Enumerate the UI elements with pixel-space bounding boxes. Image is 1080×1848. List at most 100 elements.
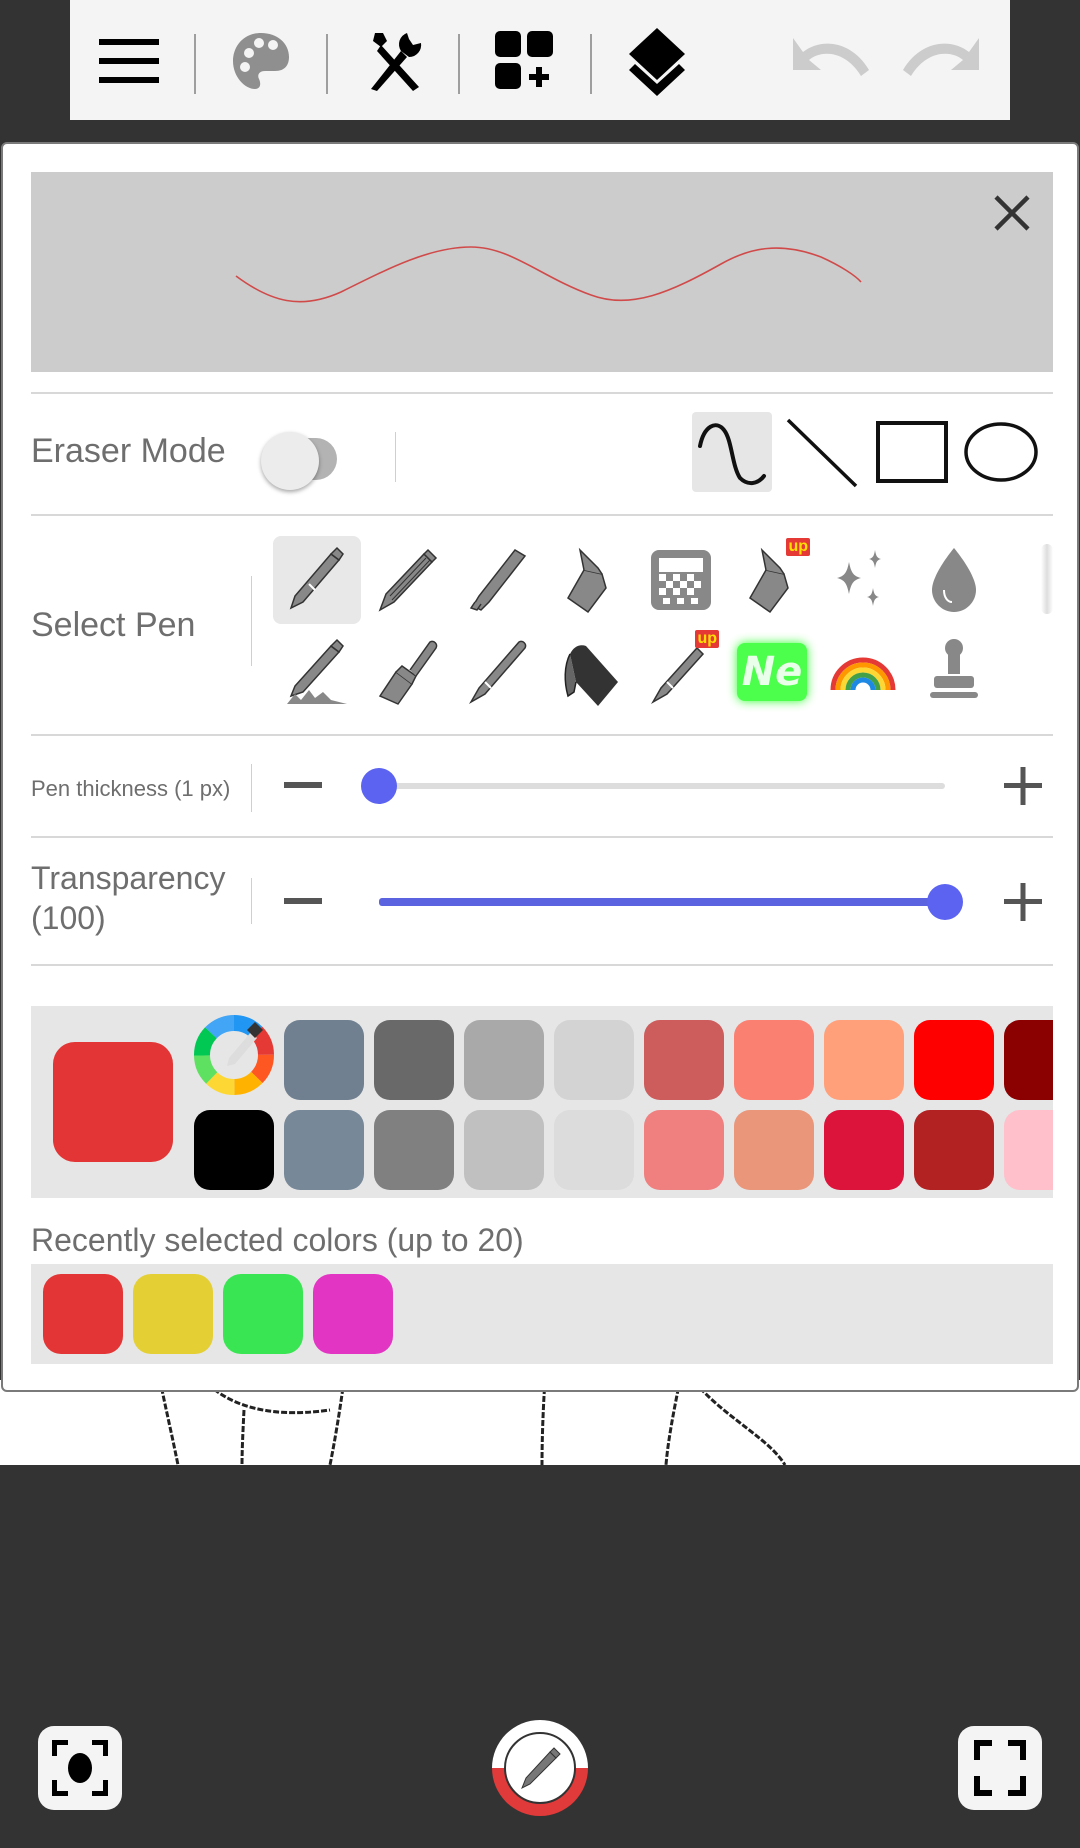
redo-button[interactable] bbox=[900, 22, 982, 100]
palette-button[interactable] bbox=[220, 22, 302, 100]
eraser-mode-toggle[interactable] bbox=[259, 428, 359, 490]
color-picker-button[interactable] bbox=[193, 1014, 275, 1096]
add-widget-button[interactable] bbox=[484, 22, 566, 100]
tools-button[interactable] bbox=[352, 22, 434, 100]
slider-rail bbox=[379, 783, 945, 789]
color-swatch[interactable] bbox=[914, 1020, 994, 1100]
current-pen-button[interactable] bbox=[492, 1720, 588, 1816]
divider bbox=[31, 836, 1053, 838]
divider bbox=[31, 392, 1053, 394]
pen-option-fine-brush[interactable] bbox=[455, 628, 543, 716]
focus-camera-icon bbox=[52, 1740, 108, 1796]
divider bbox=[251, 878, 252, 924]
layers-button[interactable] bbox=[616, 22, 698, 100]
drawing-canvas[interactable] bbox=[0, 1380, 1080, 1465]
color-swatch[interactable] bbox=[1004, 1110, 1053, 1190]
color-swatch[interactable] bbox=[374, 1020, 454, 1100]
shape-ellipse-button[interactable] bbox=[961, 412, 1041, 492]
pen-option-ballpoint-pen[interactable] bbox=[273, 536, 361, 624]
upgrade-badge: up bbox=[695, 630, 719, 648]
shape-line-button[interactable] bbox=[782, 412, 862, 492]
color-swatch[interactable] bbox=[644, 1020, 724, 1100]
color-swatch[interactable] bbox=[374, 1110, 454, 1190]
pen-option-marker-up[interactable]: up bbox=[728, 536, 816, 624]
color-swatch[interactable] bbox=[284, 1020, 364, 1100]
color-swatch[interactable] bbox=[464, 1110, 544, 1190]
transparency-increase-button[interactable] bbox=[995, 874, 1051, 930]
pen-option-pen-with-texture[interactable] bbox=[273, 628, 361, 716]
divider bbox=[31, 514, 1053, 516]
recent-colors-label: Recently selected colors (up to 20) bbox=[31, 1222, 524, 1258]
pen-grid-overflow-hint bbox=[1041, 544, 1053, 614]
color-swatch[interactable] bbox=[644, 1110, 724, 1190]
pen-option-brush-up[interactable]: up bbox=[637, 628, 725, 716]
pen-option-marker[interactable] bbox=[546, 536, 634, 624]
pen-option-neon[interactable]: Ne bbox=[728, 628, 816, 716]
fullscreen-icon bbox=[974, 1740, 1026, 1796]
highlighter-icon bbox=[469, 549, 527, 611]
fab-inner bbox=[504, 1732, 576, 1804]
divider bbox=[251, 764, 252, 812]
slider-thumb[interactable] bbox=[361, 768, 397, 804]
color-swatch[interactable] bbox=[194, 1110, 274, 1190]
pen-option-blur-drop[interactable] bbox=[910, 536, 998, 624]
shape-freehand-button[interactable] bbox=[692, 412, 772, 492]
divider bbox=[31, 964, 1053, 966]
blur-drop-icon bbox=[932, 548, 976, 612]
stamp-icon bbox=[930, 639, 978, 698]
recent-color-swatch[interactable] bbox=[133, 1274, 213, 1354]
color-swatch[interactable] bbox=[734, 1110, 814, 1190]
add-widget-icon bbox=[495, 31, 553, 89]
thickness-increase-button[interactable] bbox=[995, 758, 1051, 814]
neon-pen-text: Ne bbox=[741, 649, 803, 695]
close-button[interactable] bbox=[987, 188, 1037, 238]
pen-option-brush[interactable] bbox=[364, 628, 452, 716]
marker-icon bbox=[567, 547, 607, 614]
current-color-swatch[interactable] bbox=[53, 1042, 173, 1162]
divider bbox=[395, 432, 396, 482]
pen-option-stamp[interactable] bbox=[910, 628, 998, 716]
pen-thickness-slider[interactable] bbox=[361, 766, 945, 806]
pen-thickness-label: Pen thickness (1 px) bbox=[31, 776, 231, 801]
undo-button[interactable] bbox=[790, 22, 872, 100]
ballpoint-pen-icon bbox=[289, 546, 344, 610]
ellipse-icon bbox=[964, 422, 1038, 482]
toolbar-divider bbox=[590, 34, 592, 94]
transparency-label-title: Transparency bbox=[31, 860, 226, 896]
pen-option-ink-fill[interactable] bbox=[546, 628, 634, 716]
pen-option-sparkle[interactable] bbox=[819, 536, 907, 624]
shape-rectangle-button[interactable] bbox=[872, 412, 952, 492]
color-swatch[interactable] bbox=[554, 1020, 634, 1100]
transparency-slider[interactable] bbox=[379, 882, 963, 922]
color-swatch[interactable] bbox=[464, 1020, 544, 1100]
eraser-mode-label: Eraser Mode bbox=[31, 432, 226, 470]
slider-thumb[interactable] bbox=[927, 884, 963, 920]
recent-color-swatch[interactable] bbox=[43, 1274, 123, 1354]
redo-icon bbox=[903, 38, 979, 76]
pen-option-highlighter[interactable] bbox=[455, 536, 543, 624]
color-swatch[interactable] bbox=[284, 1110, 364, 1190]
straight-line-icon bbox=[786, 418, 858, 488]
recent-color-swatch[interactable] bbox=[223, 1274, 303, 1354]
brush-icon bbox=[378, 640, 438, 705]
recent-color-swatch[interactable] bbox=[313, 1274, 393, 1354]
menu-button[interactable] bbox=[88, 22, 170, 100]
thickness-decrease-button[interactable] bbox=[275, 758, 331, 814]
transparency-decrease-button[interactable] bbox=[275, 874, 331, 930]
color-swatch[interactable] bbox=[824, 1020, 904, 1100]
pen-option-rainbow[interactable] bbox=[819, 628, 907, 716]
focus-button[interactable] bbox=[38, 1726, 122, 1810]
color-swatch[interactable] bbox=[824, 1110, 904, 1190]
color-swatch[interactable] bbox=[914, 1110, 994, 1190]
undo-icon bbox=[793, 38, 869, 76]
rectangle-icon bbox=[876, 421, 948, 483]
stroke-preview-curve bbox=[235, 246, 862, 303]
hamburger-menu-icon bbox=[99, 39, 159, 83]
mosaic-icon bbox=[651, 550, 711, 610]
pen-option-pencil[interactable] bbox=[364, 536, 452, 624]
color-swatch[interactable] bbox=[1004, 1020, 1053, 1100]
color-swatch[interactable] bbox=[734, 1020, 814, 1100]
fullscreen-button[interactable] bbox=[958, 1726, 1042, 1810]
color-swatch[interactable] bbox=[554, 1110, 634, 1190]
pen-option-mosaic[interactable] bbox=[637, 536, 725, 624]
